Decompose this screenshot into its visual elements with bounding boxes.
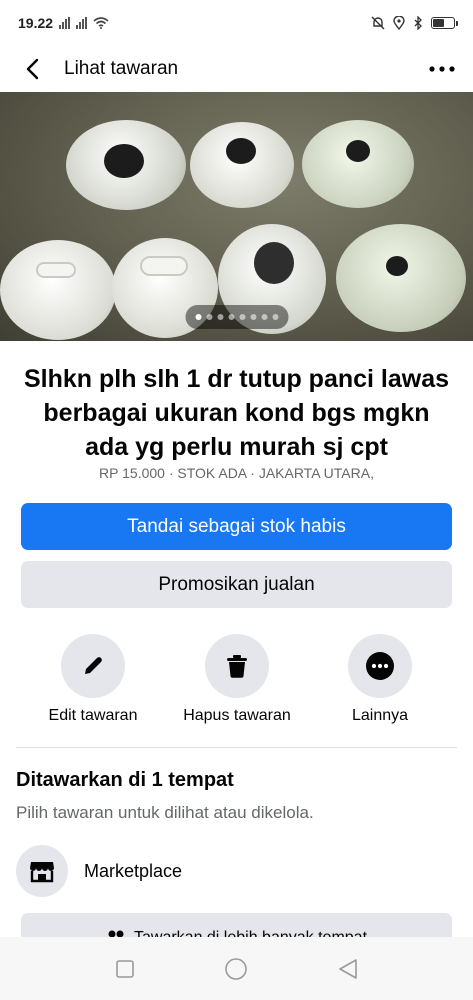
delete-listing-label: Hapus tawaran xyxy=(183,707,291,724)
edit-listing-label: Edit tawaran xyxy=(48,707,138,724)
system-navigation-bar xyxy=(0,937,473,1000)
arrow-left-icon[interactable] xyxy=(18,54,48,84)
storefront-icon[interactable] xyxy=(16,845,68,897)
trash-icon xyxy=(205,634,269,698)
wifi-icon xyxy=(93,17,109,29)
pot-lid xyxy=(0,240,116,340)
divider xyxy=(16,747,457,748)
promote-listing-button[interactable]: Promosikan jualan xyxy=(21,561,452,608)
mute-bell-icon xyxy=(371,16,385,30)
mark-sold-button[interactable]: Tandai sebagai stok habis xyxy=(21,503,452,550)
more-circle-icon xyxy=(348,634,412,698)
signal-icon xyxy=(59,17,71,29)
battery-icon xyxy=(431,17,458,29)
listing-meta: RP 15.000 · STOK ADA · JAKARTA UTARA, xyxy=(99,465,374,481)
listing-title: Slhkn plh slh 1 dr tutup panci lawas ber… xyxy=(23,365,450,461)
location-icon xyxy=(393,16,405,30)
pencil-icon xyxy=(61,634,125,698)
photo-pagination xyxy=(185,305,288,329)
delete-listing-button[interactable]: Hapus tawaran xyxy=(172,634,302,725)
edit-listing-button[interactable]: Edit tawaran xyxy=(28,634,158,725)
more-horizontal-icon[interactable] xyxy=(427,54,457,84)
marketplace-item[interactable]: Marketplace xyxy=(84,861,182,882)
pot-lid xyxy=(66,120,186,210)
more-options-label: Lainnya xyxy=(351,707,409,724)
home-icon[interactable] xyxy=(224,957,248,981)
recent-apps-icon[interactable] xyxy=(115,959,135,979)
listing-photo[interactable] xyxy=(0,92,473,341)
pot-lid xyxy=(302,120,414,208)
status-bar: 19.22 xyxy=(0,0,473,46)
more-options-button[interactable]: Lainnya xyxy=(315,634,445,725)
page-title: Lihat tawaran xyxy=(64,58,179,79)
signal-icon xyxy=(76,17,88,29)
pot-lid xyxy=(190,122,294,208)
back-nav-icon[interactable] xyxy=(337,958,359,980)
offered-section-title: Ditawarkan di 1 tempat xyxy=(16,769,234,791)
status-time: 19.22 xyxy=(18,15,54,31)
pot-lid xyxy=(336,224,466,332)
offered-section-subtitle: Pilih tawaran untuk dilihat atau dikelol… xyxy=(16,803,314,822)
app-header: Lihat tawaran xyxy=(0,46,473,92)
bluetooth-icon xyxy=(414,16,422,30)
